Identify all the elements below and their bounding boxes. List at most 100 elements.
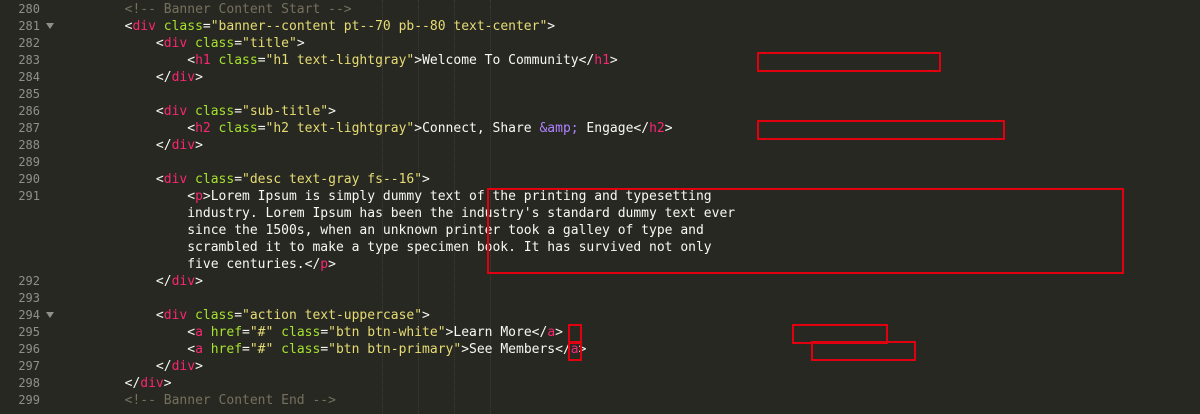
code-line[interactable]: 288 </div> [0,137,1200,154]
code-line[interactable]: 286 <div class="sub-title"> [0,103,1200,120]
code-token: "btn btn-white" [328,325,446,340]
code-line[interactable]: 284 </div> [0,69,1200,86]
code-token: five centuries.</ [187,257,321,272]
code-token: href [202,342,243,357]
line-number: 287 [18,121,40,135]
fold-arrow-icon[interactable] [46,312,54,318]
code-line[interactable]: 294 <div class="action text-uppercase"> [0,307,1200,324]
code-editor[interactable]: 280 <!-- Banner Content Start --> 281 <di… [0,0,1200,414]
line-number: 280 [18,2,40,16]
code-token: > [422,172,430,187]
code-token: = [242,325,250,340]
code-token: </ [633,121,650,136]
code-token: > [664,121,673,136]
code-token: </ [155,138,172,153]
code-token: </ [124,376,141,391]
code-token: "#" [249,325,274,340]
code-token: div [171,138,196,153]
code-token: = [257,121,266,136]
code-token: = [320,325,329,340]
code-token: class [210,53,258,68]
code-text: <div class="title"> [62,35,305,52]
code-line[interactable]: 290 <div class="desc text-gray fs--16"> [0,171,1200,188]
line-number: 298 [18,376,40,390]
code-line[interactable]: 296 <a href="#" class="btn btn-primary">… [0,341,1200,358]
code-line[interactable]: 293 [0,290,1200,307]
code-line[interactable]: 280 <!-- Banner Content Start --> [0,1,1200,18]
code-line[interactable]: 298 </div> [0,375,1200,392]
code-token: href [202,325,243,340]
code-token: "h2 text-lightgray" [265,121,415,136]
code-text: </div> [62,375,172,392]
code-token: p [320,257,329,272]
code-text: <a href="#" class="btn btn-white">Learn … [62,324,563,341]
code-token: "title" [242,36,297,51]
code-line[interactable]: 297 </div> [0,358,1200,375]
code-text: <div class="desc text-gray fs--16"> [62,171,430,188]
line-number: 294 [18,308,40,322]
code-token: < [155,172,164,187]
code-token: class [273,325,321,340]
code-line[interactable]: 285 [0,86,1200,103]
code-line[interactable]: 295 <a href="#" class="btn btn-white">Le… [0,324,1200,341]
code-token: > [328,257,336,272]
code-token: class [187,172,235,187]
code-token: > [414,121,423,136]
code-token: class [155,19,203,34]
code-line[interactable]: 292 </div> [0,273,1200,290]
code-token: > [195,274,203,289]
code-token: class [187,104,235,119]
code-token: div [171,70,196,85]
code-token: > [328,104,336,119]
line-number: 296 [18,342,40,356]
code-token: = [257,53,266,68]
code-token: a [547,325,556,340]
highlight-box-h2-text [757,120,1005,140]
code-line[interactable]: 289 [0,154,1200,171]
code-token: </ [155,359,172,374]
code-text: <h1 class="h1 text-lightgray">Welcome To… [62,52,618,69]
code-text: five centuries.</p> [62,256,336,273]
code-token: > [609,53,618,68]
code-text: </div> [62,358,203,375]
code-token: a [195,325,203,340]
code-token: h2 [195,121,211,136]
fold-arrow-icon[interactable] [46,23,54,29]
line-number: 281 [18,19,40,33]
code-line[interactable]: 287 <h2 class="h2 text-lightgray">Connec… [0,120,1200,137]
code-line[interactable]: 282 <div class="title"> [0,35,1200,52]
code-token: = [320,342,329,357]
code-token: &amp; [539,121,579,136]
code-line[interactable]: 281 <div class="banner--content pt--70 p… [0,18,1200,35]
line-number: 285 [18,87,40,101]
code-text: <div class="banner--content pt--70 pb--8… [62,18,555,35]
highlight-box-see-members [811,341,916,361]
code-token: < [155,104,164,119]
code-token: < [187,342,196,357]
code-token: class [210,121,258,136]
code-line[interactable]: 283 <h1 class="h1 text-lightgray">Welcom… [0,52,1200,69]
line-number: 290 [18,172,40,186]
code-token: > [195,138,203,153]
code-text: <div class="sub-title"> [62,103,336,120]
code-text: </div> [62,69,203,86]
code-token: "sub-title" [242,104,329,119]
code-token: div [163,36,188,51]
code-token: See Members [469,342,556,357]
code-token: h1 [594,53,610,68]
code-token: </ [578,53,595,68]
code-token: = [234,36,243,51]
code-line[interactable]: 299 <!-- Banner Content End --> [0,392,1200,409]
code-token: class [273,342,321,357]
